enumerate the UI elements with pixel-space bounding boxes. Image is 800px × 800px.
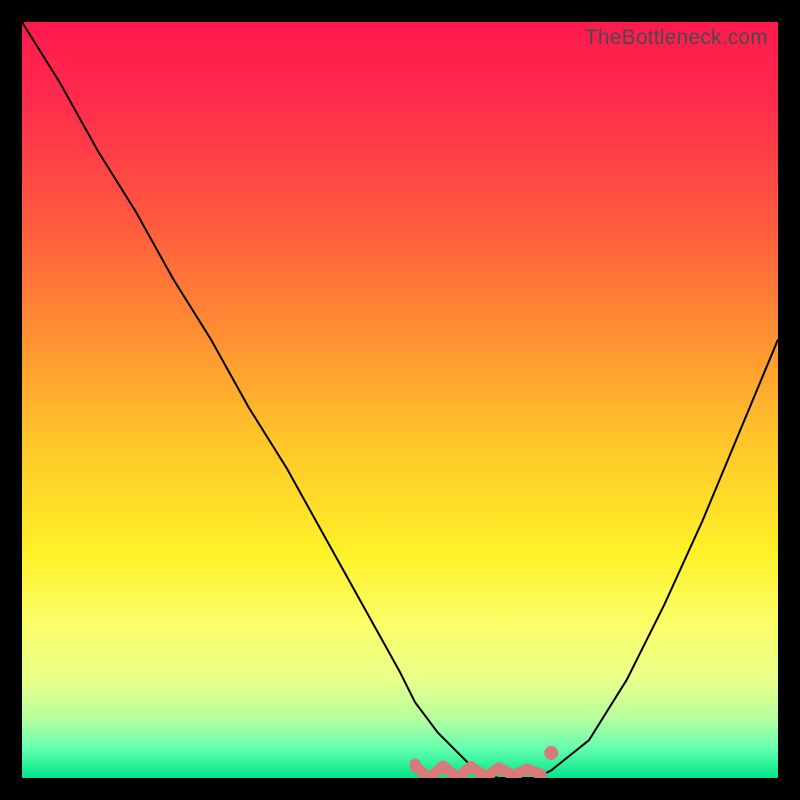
optimal-range-marker bbox=[415, 764, 541, 778]
bottleneck-plot bbox=[22, 22, 778, 778]
marker-dot bbox=[544, 746, 558, 760]
chart-area: TheBottleneck.com bbox=[22, 22, 778, 778]
bottleneck-curve bbox=[22, 22, 778, 778]
